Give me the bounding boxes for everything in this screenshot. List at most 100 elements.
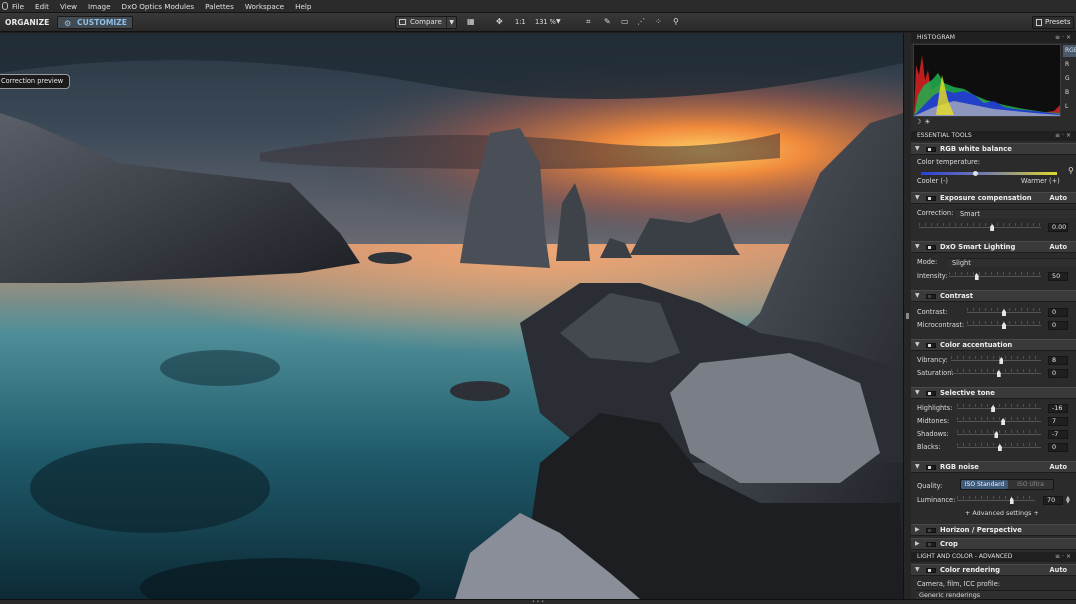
histogram-clipping-icons[interactable]: ☽☀ bbox=[915, 118, 934, 126]
white-balance-picker-icon[interactable]: ⚲ bbox=[1068, 166, 1074, 175]
enable-toggle[interactable] bbox=[926, 391, 936, 396]
enable-toggle[interactable] bbox=[926, 245, 936, 250]
shadows-slider[interactable] bbox=[957, 430, 1041, 439]
blacks-slider[interactable] bbox=[957, 443, 1041, 452]
move-icon[interactable]: ✥ bbox=[496, 17, 503, 27]
iso-ultra-button[interactable]: ISO Ultra bbox=[1008, 480, 1053, 489]
light-color-advanced-header[interactable]: LIGHT AND COLOR - ADVANCED ≡·× bbox=[911, 552, 1076, 562]
chevron-down-icon[interactable]: ▼ bbox=[446, 17, 454, 28]
expand-triangle-icon[interactable]: ▶ bbox=[915, 526, 920, 533]
saturation-value[interactable]: 0 bbox=[1048, 369, 1068, 378]
color-temp-slider[interactable] bbox=[921, 172, 1057, 175]
menu-palettes[interactable]: Palettes bbox=[205, 2, 234, 11]
tab-customize[interactable]: ⚙ CUSTOMIZE bbox=[57, 16, 133, 29]
section-selective-tone[interactable]: ▼ Selective tone bbox=[911, 387, 1076, 399]
zoom-1to1-button[interactable]: 1:1 bbox=[515, 17, 526, 27]
enable-toggle[interactable] bbox=[926, 147, 936, 152]
section-rgb-noise[interactable]: ▼ RGB noise Auto bbox=[911, 461, 1076, 473]
horizon-icon[interactable]: ▭ bbox=[621, 17, 629, 27]
vibrancy-slider[interactable] bbox=[951, 356, 1041, 365]
section-color-accentuation[interactable]: ▼ Color accentuation bbox=[911, 339, 1076, 351]
contrast-value[interactable]: 0 bbox=[1048, 308, 1068, 317]
midtones-slider[interactable] bbox=[957, 417, 1041, 426]
menu-edit[interactable]: Edit bbox=[35, 2, 49, 11]
split-view-icon[interactable]: ▦ bbox=[467, 17, 475, 27]
menu-help[interactable]: Help bbox=[295, 2, 311, 11]
perspective-icon[interactable]: ⋰ bbox=[637, 17, 645, 27]
section-white-balance[interactable]: ▼ RGB white balance bbox=[911, 143, 1076, 155]
expand-triangle-icon[interactable]: ▼ bbox=[915, 292, 920, 299]
enable-toggle[interactable] bbox=[926, 542, 936, 547]
eyedropper-icon[interactable]: ⚲ bbox=[673, 17, 679, 27]
enable-toggle[interactable] bbox=[926, 465, 936, 470]
color-temp-knob[interactable] bbox=[973, 171, 978, 176]
zoom-chevron-icon[interactable]: ▼ bbox=[556, 17, 561, 27]
microcontrast-slider[interactable] bbox=[967, 321, 1041, 330]
tab-organize[interactable]: ORGANIZE bbox=[3, 16, 51, 29]
luminance-value[interactable]: 70 bbox=[1043, 496, 1063, 505]
auto-button[interactable]: Auto bbox=[1050, 565, 1067, 576]
section-contrast[interactable]: ▼ Contrast bbox=[911, 290, 1076, 302]
advanced-settings-link[interactable]: + Advanced settings + bbox=[965, 509, 1039, 517]
exposure-slider[interactable] bbox=[919, 223, 1041, 232]
auto-button[interactable]: Auto bbox=[1050, 193, 1067, 204]
histogram-channel-b[interactable]: B bbox=[1063, 87, 1076, 99]
luminance-slider[interactable] bbox=[957, 496, 1035, 505]
enable-toggle[interactable] bbox=[926, 196, 936, 201]
highlights-slider[interactable] bbox=[957, 404, 1041, 413]
histogram-channel-rgb[interactable]: RGB bbox=[1063, 45, 1076, 57]
panel-menu-icon[interactable]: ≡·× bbox=[1055, 552, 1073, 562]
shadows-value[interactable]: -7 bbox=[1048, 430, 1068, 439]
profile-select[interactable]: Generic renderings bbox=[916, 590, 1076, 599]
blacks-value[interactable]: 0 bbox=[1048, 443, 1068, 452]
expand-triangle-icon[interactable]: ▼ bbox=[915, 341, 920, 348]
panel-splitter[interactable] bbox=[903, 33, 911, 599]
expand-triangle-icon[interactable]: ▼ bbox=[915, 463, 920, 470]
presets-button[interactable]: Presets bbox=[1032, 16, 1074, 29]
essential-tools-header[interactable]: ESSENTIAL TOOLS ≡·× bbox=[911, 131, 1076, 141]
repair-brush-icon[interactable]: ✎ bbox=[604, 17, 611, 27]
panel-menu-icon[interactable]: ≡·× bbox=[1055, 33, 1073, 43]
microcontrast-value[interactable]: 0 bbox=[1048, 321, 1068, 330]
expand-triangle-icon[interactable]: ▼ bbox=[915, 145, 920, 152]
compare-button[interactable]: Compare ▼ bbox=[395, 16, 457, 29]
menu-view[interactable]: View bbox=[60, 2, 77, 11]
histogram-channel-g[interactable]: G bbox=[1063, 73, 1076, 85]
menu-file[interactable]: File bbox=[12, 2, 24, 11]
vibrancy-value[interactable]: 8 bbox=[1048, 356, 1068, 365]
expand-triangle-icon[interactable]: ▼ bbox=[915, 194, 920, 201]
intensity-slider[interactable] bbox=[949, 272, 1041, 281]
highlights-value[interactable]: -16 bbox=[1048, 404, 1068, 413]
image-preview[interactable]: Correction preview bbox=[0, 33, 903, 599]
expand-triangle-icon[interactable]: ▶ bbox=[915, 540, 920, 547]
enable-toggle[interactable] bbox=[926, 528, 936, 533]
iso-standard-button[interactable]: ISO Standard bbox=[961, 480, 1008, 489]
mode-select[interactable]: Slight bbox=[948, 258, 1076, 267]
bottom-filmstrip-handle[interactable]: • • • bbox=[0, 599, 1076, 604]
correction-select[interactable]: Smart bbox=[956, 209, 1076, 218]
menu-image[interactable]: Image bbox=[88, 2, 111, 11]
panel-menu-icon[interactable]: ≡·× bbox=[1055, 131, 1073, 141]
midtones-value[interactable]: 7 bbox=[1048, 417, 1068, 426]
shadow-clipping-icon[interactable]: ☽ bbox=[915, 118, 924, 126]
section-smart-lighting[interactable]: ▼ DxO Smart Lighting Auto bbox=[911, 241, 1076, 253]
enable-toggle[interactable] bbox=[926, 294, 936, 299]
histogram-channel-r[interactable]: R bbox=[1063, 59, 1076, 71]
zoom-level[interactable]: 131 % bbox=[535, 17, 556, 27]
section-horizon[interactable]: ▶ Horizon / Perspective bbox=[911, 524, 1076, 536]
contrast-slider[interactable] bbox=[967, 308, 1041, 317]
perspective-grid-icon[interactable]: ⁘ bbox=[655, 17, 662, 27]
histogram-channel-l[interactable]: L bbox=[1063, 101, 1076, 113]
enable-toggle[interactable] bbox=[926, 568, 936, 573]
section-color-rendering[interactable]: ▼ Color rendering Auto bbox=[911, 564, 1076, 576]
expand-triangle-icon[interactable]: ▼ bbox=[915, 243, 920, 250]
highlight-clipping-icon[interactable]: ☀ bbox=[924, 118, 933, 126]
crop-icon[interactable]: ⌗ bbox=[586, 17, 591, 27]
menu-workspace[interactable]: Workspace bbox=[245, 2, 284, 11]
correction-preview-button[interactable]: Correction preview bbox=[0, 74, 71, 89]
section-crop[interactable]: ▶ Crop bbox=[911, 538, 1076, 550]
luminance-spinner-icon[interactable]: ▲ ▼ bbox=[1066, 496, 1070, 505]
auto-button[interactable]: Auto bbox=[1050, 462, 1067, 473]
expand-triangle-icon[interactable]: ▼ bbox=[915, 566, 920, 573]
auto-button[interactable]: Auto bbox=[1050, 242, 1067, 253]
